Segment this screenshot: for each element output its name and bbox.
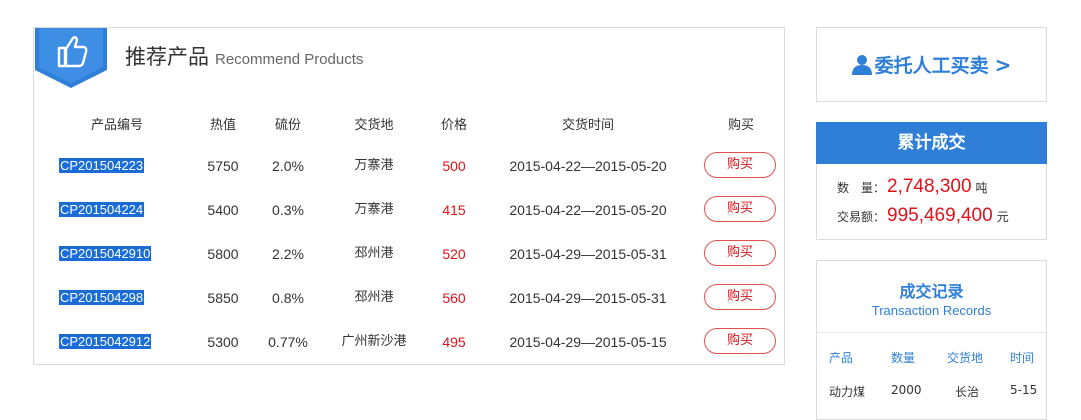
buy-button[interactable]: 购买: [704, 328, 776, 354]
col-code: 产品编号: [90, 118, 143, 133]
quantity-stat: 数 量： 2,748,300 吨: [837, 176, 988, 198]
heat-value: 5400: [207, 202, 239, 218]
col-buy: 购买: [727, 118, 754, 133]
heat-value: 5750: [207, 158, 239, 174]
col-place: 交货地: [947, 351, 984, 365]
col-date: 交货时间: [561, 118, 614, 133]
recommend-panel: 推荐产品 Recommend Products 产品编号 热值 硫份 交货地 价格…: [33, 27, 785, 365]
buy-button[interactable]: 购买: [704, 196, 776, 222]
product-code-link[interactable]: CP201504224: [59, 196, 145, 225]
thumbs-up-icon: [35, 28, 107, 88]
buy-button[interactable]: 购买: [704, 152, 776, 178]
price-value: 415: [442, 202, 466, 218]
delivery-date: 2015-04-29—2015-05-15: [509, 334, 667, 350]
entrust-trade-button[interactable]: 委托人工买卖 >: [816, 27, 1047, 102]
table-row: CP201504224 5400 0.3% 万寨港 415 2015-04-22…: [34, 196, 784, 224]
record-product: 动力煤: [829, 385, 866, 399]
price-value: 495: [442, 334, 466, 350]
panel-title-en: Recommend Products: [215, 51, 364, 68]
col-price: 价格: [440, 118, 467, 133]
user-icon: [851, 55, 872, 75]
sulfur-value: 2.0%: [272, 158, 304, 174]
delivery-place: 邳州港: [354, 290, 394, 305]
sulfur-value: 0.3%: [272, 202, 304, 218]
entrust-label: 委托人工买卖: [874, 55, 989, 77]
product-code-link[interactable]: CP201504298: [59, 284, 145, 313]
table-header: 产品编号 热值 硫份 交货地 价格 交货时间 购买: [34, 114, 784, 138]
delivery-date: 2015-04-22—2015-05-20: [509, 158, 667, 174]
col-time: 时间: [1010, 351, 1035, 365]
delivery-date: 2015-04-22—2015-05-20: [509, 202, 667, 218]
delivery-date: 2015-04-29—2015-05-31: [509, 290, 667, 306]
heat-value: 5300: [207, 334, 239, 350]
quantity-label: 数 量：: [837, 181, 886, 195]
col-sulfur: 硫份: [274, 118, 301, 133]
delivery-date: 2015-04-29—2015-05-31: [509, 246, 667, 262]
table-row: CP2015042910 5800 2.2% 邳州港 520 2015-04-2…: [34, 240, 784, 268]
table-row: CP201504298 5850 0.8% 邳州港 560 2015-04-29…: [34, 284, 784, 312]
quantity-unit: 吨: [975, 181, 988, 195]
delivery-place: 万寨港: [354, 202, 394, 217]
record-place: 长治: [955, 385, 980, 399]
table-row: CP201504223 5750 2.0% 万寨港 500 2015-04-22…: [34, 152, 784, 180]
product-code-link[interactable]: CP2015042910: [59, 240, 152, 269]
records-title: 成交记录: [899, 282, 964, 301]
delivery-place: 邳州港: [354, 246, 394, 261]
table-row: CP2015042912 5300 0.77% 广州新沙港 495 2015-0…: [34, 328, 784, 356]
price-value: 560: [442, 290, 466, 306]
col-place: 交货地: [354, 118, 394, 133]
panel-title-cn: 推荐产品: [125, 45, 209, 69]
product-code-link[interactable]: CP201504223: [59, 152, 145, 181]
sulfur-value: 2.2%: [272, 246, 304, 262]
cumulative-deals-box: 累计成交 数 量： 2,748,300 吨 交易额： 995,469,400 元: [816, 122, 1047, 240]
record-qty: 2000: [891, 383, 922, 397]
col-qty: 数量: [891, 351, 916, 365]
chevron-right-icon: >: [994, 52, 1012, 77]
delivery-place: 万寨港: [354, 158, 394, 173]
heat-value: 5850: [207, 290, 239, 306]
sulfur-value: 0.77%: [268, 334, 308, 350]
amount-value: 995,469,400: [887, 205, 993, 226]
divider: [817, 332, 1046, 333]
records-subtitle: Transaction Records: [871, 303, 992, 318]
buy-button[interactable]: 购买: [704, 240, 776, 266]
amount-stat: 交易额： 995,469,400 元: [837, 205, 1009, 227]
product-code-link[interactable]: CP2015042912: [59, 328, 152, 357]
price-value: 500: [442, 158, 466, 174]
col-product: 产品: [829, 351, 854, 365]
record-time: 5-15: [1010, 383, 1038, 397]
cumulative-title: 累计成交: [816, 122, 1047, 164]
sulfur-value: 0.8%: [272, 290, 304, 306]
amount-unit: 元: [996, 210, 1009, 224]
price-value: 520: [442, 246, 466, 262]
col-heat: 热值: [209, 118, 236, 133]
quantity-value: 2,748,300: [887, 176, 972, 197]
buy-button[interactable]: 购买: [704, 284, 776, 310]
panel-title: 推荐产品 Recommend Products: [125, 41, 363, 71]
amount-label: 交易额：: [837, 210, 886, 224]
delivery-place: 广州新沙港: [341, 334, 407, 349]
heat-value: 5800: [207, 246, 239, 262]
transaction-records-box: 成交记录 Transaction Records 产品 数量 交货地 时间 动力…: [816, 260, 1047, 420]
